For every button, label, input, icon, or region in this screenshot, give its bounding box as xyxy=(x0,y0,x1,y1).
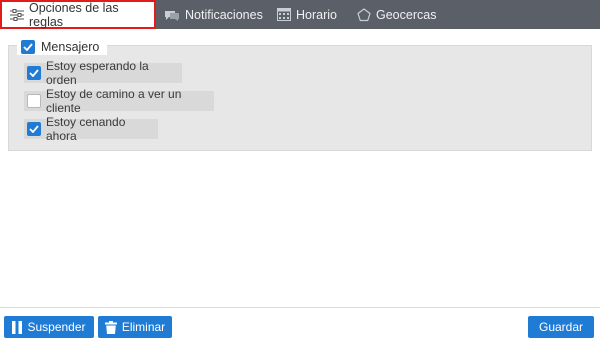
messenger-checkbox-row[interactable]: Mensajero xyxy=(17,38,108,55)
tab-geofences[interactable]: Geocercas xyxy=(357,0,447,29)
tab-rule-options[interactable]: Opciones de las reglas xyxy=(0,0,156,29)
calendar-icon xyxy=(277,8,291,21)
option-checkbox[interactable] xyxy=(27,94,41,108)
pause-icon xyxy=(12,320,23,334)
check-icon xyxy=(23,42,33,51)
delete-button[interactable]: Eliminar xyxy=(98,316,172,338)
save-label: Guardar xyxy=(538,320,584,334)
tab-label: Notificaciones xyxy=(185,7,263,22)
option-checkbox[interactable] xyxy=(27,122,41,136)
sliders-icon xyxy=(10,8,24,21)
option-label: Estoy de camino a ver un cliente xyxy=(46,87,182,115)
tab-notifications[interactable]: Notificaciones xyxy=(164,0,272,29)
option-having-dinner[interactable]: Estoy cenando ahora xyxy=(24,115,158,143)
tab-bar: Opciones de las reglas Notificaciones Ho… xyxy=(0,0,600,29)
pentagon-icon xyxy=(357,7,371,22)
save-button[interactable]: Guardar xyxy=(528,316,594,338)
option-waiting-order[interactable]: Estoy esperando la orden xyxy=(24,59,182,87)
tab-label: Geocercas xyxy=(376,7,437,22)
option-visiting-client[interactable]: Estoy de camino a ver un cliente xyxy=(24,87,214,115)
tab-label: Horario xyxy=(296,7,337,22)
tab-schedule[interactable]: Horario xyxy=(277,0,355,29)
suspend-label: Suspender xyxy=(27,320,86,334)
check-icon xyxy=(29,69,39,77)
tab-label: Opciones de las reglas xyxy=(29,0,119,29)
notifications-icon xyxy=(164,9,180,21)
option-checkbox[interactable] xyxy=(27,66,41,80)
trash-icon xyxy=(104,320,117,334)
messenger-checkbox[interactable] xyxy=(21,39,35,54)
option-label: Estoy cenando ahora xyxy=(46,115,126,143)
check-icon xyxy=(29,125,39,133)
suspend-button[interactable]: Suspender xyxy=(4,316,94,338)
messenger-label: Mensajero xyxy=(41,39,100,54)
delete-label: Eliminar xyxy=(121,320,166,334)
option-label: Estoy esperando la orden xyxy=(46,59,149,87)
